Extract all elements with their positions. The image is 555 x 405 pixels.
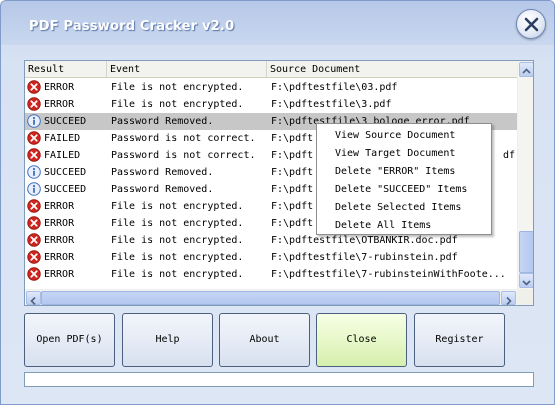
result-label: ERROR	[44, 269, 75, 280]
table-row[interactable]: ERROR File is not encrypted. F:\pdftestfil…	[25, 249, 517, 266]
result-label: ERROR	[44, 82, 75, 93]
result-cell: FAILED	[27, 130, 107, 147]
source-document-cell: F:\pdftestfile\3.pdf	[271, 99, 392, 110]
error-icon	[27, 232, 44, 247]
table-row[interactable]: ERROR File is not encrypted. F:\pdftestfil…	[25, 266, 517, 283]
menu-item-view-target-document[interactable]: View Target Document	[317, 145, 491, 163]
event-cell: Password is not correct.	[111, 150, 256, 161]
app-window: PDF Password Cracker v2.0 Result Event S…	[0, 0, 555, 405]
info-icon	[27, 113, 44, 128]
scroll-right-button[interactable]	[501, 291, 516, 305]
scroll-left-button[interactable]	[26, 291, 41, 305]
result-label: ERROR	[44, 99, 75, 110]
vertical-scrollbar[interactable]	[517, 61, 533, 289]
error-icon	[27, 249, 44, 264]
close-window-button[interactable]	[516, 9, 546, 39]
title-bar[interactable]: PDF Password Cracker v2.0	[1, 1, 554, 45]
result-cell: ERROR	[27, 215, 107, 232]
error-icon	[27, 266, 44, 281]
event-cell: File is not encrypted.	[111, 99, 244, 110]
context-menu: View Source Document View Target Documen…	[316, 123, 492, 235]
horizontal-scrollbar[interactable]	[25, 289, 517, 305]
chevron-down-icon	[522, 280, 531, 286]
result-cell: SUCCEED	[27, 181, 107, 198]
column-header-source-document[interactable]: Source Document	[267, 61, 517, 78]
result-cell: ERROR	[27, 232, 107, 249]
event-cell: Password Removed.	[111, 116, 214, 127]
source-document-cell: F:\pdftestfile\7-rubinstein.pdf	[271, 252, 458, 263]
result-cell: SUCCEED	[27, 164, 107, 181]
event-cell: Password Removed.	[111, 184, 214, 195]
info-icon	[27, 164, 44, 179]
result-cell: ERROR	[27, 96, 107, 113]
horizontal-scroll-thumb[interactable]	[41, 291, 500, 305]
close-icon	[524, 17, 539, 32]
close-button[interactable]: Close	[316, 313, 407, 367]
register-button[interactable]: Register	[414, 313, 505, 367]
event-cell: File is not encrypted.	[111, 235, 244, 246]
help-button[interactable]: Help	[122, 313, 213, 367]
source-document-cell: F:\pdftestfile\7-rubinsteinWithFoote...	[271, 269, 506, 280]
scrollbar-corner	[517, 289, 533, 305]
event-cell: File is not encrypted.	[111, 82, 244, 93]
event-cell: File is not encrypted.	[111, 218, 244, 229]
error-icon	[27, 130, 44, 145]
error-icon	[27, 79, 44, 94]
result-cell: ERROR	[27, 198, 107, 215]
event-cell: Password is not correct.	[111, 133, 256, 144]
result-cell: ERROR	[27, 249, 107, 266]
progress-bar	[24, 372, 534, 387]
error-icon	[27, 198, 44, 213]
source-document-cell-tail: df	[503, 150, 516, 161]
table-row[interactable]: ERROR File is not encrypted. F:\pdftestfil…	[25, 96, 517, 113]
column-header-event[interactable]: Event	[107, 61, 267, 78]
result-label: FAILED	[44, 133, 81, 144]
menu-item-delete-all-items[interactable]: Delete All Items	[317, 217, 491, 235]
scroll-down-button[interactable]	[519, 273, 533, 288]
result-label: SUCCEED	[44, 184, 87, 195]
chevron-left-icon	[30, 296, 36, 305]
menu-item-delete-selected-items[interactable]: Delete Selected Items	[317, 199, 491, 217]
result-cell: ERROR	[27, 266, 107, 283]
column-header-result[interactable]: Result	[25, 61, 107, 78]
open-pdfs-button[interactable]: Open PDF(s)	[24, 313, 115, 367]
result-label: SUCCEED	[44, 167, 87, 178]
list-header: Result Event Source Document	[25, 61, 517, 78]
about-button[interactable]: About	[219, 313, 310, 367]
result-label: ERROR	[44, 201, 75, 212]
result-cell: SUCCEED	[27, 113, 107, 130]
result-cell: ERROR	[27, 79, 107, 96]
result-label: FAILED	[44, 150, 81, 161]
error-icon	[27, 147, 44, 162]
menu-item-delete-error-items[interactable]: Delete "ERROR" Items	[317, 163, 491, 181]
scroll-up-button[interactable]	[519, 62, 533, 77]
source-document-cell: F:\pdftestfile\03.pdf	[271, 82, 398, 93]
result-cell: FAILED	[27, 147, 107, 164]
result-label: SUCCEED	[44, 116, 87, 127]
result-label: ERROR	[44, 252, 75, 263]
table-row[interactable]: ERROR File is not encrypted. F:\pdftestfil…	[25, 79, 517, 96]
result-label: ERROR	[44, 235, 75, 246]
info-icon	[27, 181, 44, 196]
event-cell: File is not encrypted.	[111, 201, 244, 212]
error-icon	[27, 215, 44, 230]
chevron-right-icon	[506, 296, 512, 305]
chevron-up-icon	[522, 68, 531, 74]
event-cell: File is not encrypted.	[111, 269, 244, 280]
error-icon	[27, 96, 44, 111]
event-cell: File is not encrypted.	[111, 252, 244, 263]
vertical-scroll-thumb[interactable]	[519, 231, 533, 273]
result-label: ERROR	[44, 218, 75, 229]
window-title: PDF Password Cracker v2.0	[29, 19, 235, 34]
event-cell: Password Removed.	[111, 167, 214, 178]
menu-item-delete-succeed-items[interactable]: Delete "SUCCEED" Items	[317, 181, 491, 199]
menu-item-view-source-document[interactable]: View Source Document	[317, 127, 491, 145]
